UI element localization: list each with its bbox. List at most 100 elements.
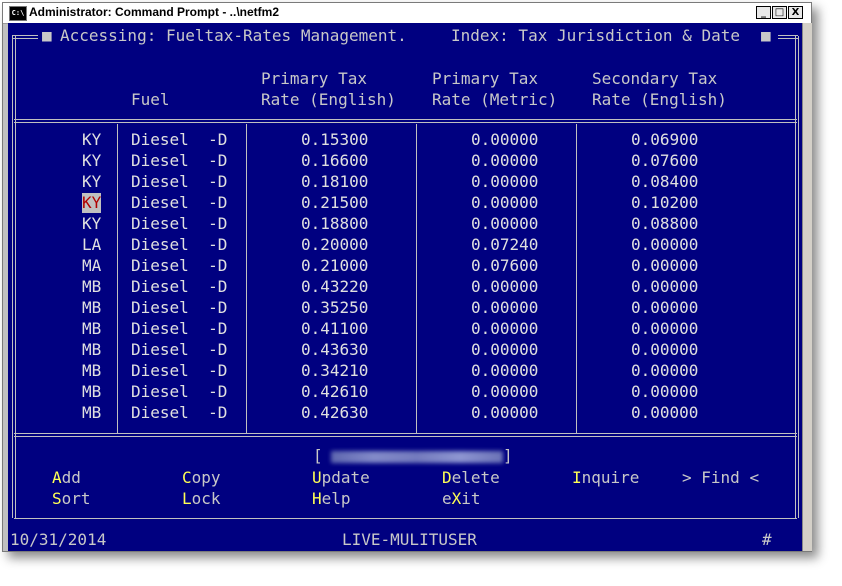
row-primary-rate-metric[interactable]: 0.00000 [471, 340, 538, 360]
column-fuel: Fuel [131, 90, 170, 109]
row-fuel[interactable]: Diesel -D [131, 235, 227, 255]
row-primary-rate-english[interactable]: 0.43630 [301, 340, 368, 360]
window-title: Administrator: Command Prompt - ..\netfm… [29, 5, 280, 19]
row-primary-rate-english[interactable]: 0.43220 [301, 277, 368, 297]
row-secondary-rate-english[interactable]: 0.00000 [631, 340, 698, 360]
status-bracket-left: [ [313, 446, 323, 465]
row-jurisdiction[interactable]: KY [82, 151, 101, 171]
menu-update[interactable]: Update [312, 468, 370, 488]
menu-find[interactable]: > Find < [682, 468, 759, 488]
row-primary-rate-english[interactable]: 0.42610 [301, 382, 368, 402]
row-jurisdiction[interactable]: MB [82, 319, 101, 339]
row-secondary-rate-english[interactable]: 0.00000 [631, 235, 698, 255]
menu-inquire[interactable]: Inquire [572, 468, 639, 488]
menu-copy[interactable]: Copy [182, 468, 221, 488]
row-primary-rate-metric[interactable]: 0.00000 [471, 193, 538, 213]
row-primary-rate-english[interactable]: 0.35250 [301, 298, 368, 318]
command-prompt-window: C:\ Administrator: Command Prompt - ..\n… [2, 2, 812, 552]
menu-help[interactable]: Help [312, 489, 351, 509]
row-fuel[interactable]: Diesel -D [131, 403, 227, 423]
row-fuel[interactable]: Diesel -D [131, 193, 227, 213]
row-fuel[interactable]: Diesel -D [131, 172, 227, 192]
row-jurisdiction[interactable]: MB [82, 403, 101, 423]
row-primary-rate-metric[interactable]: 0.00000 [471, 130, 538, 150]
menu-sort[interactable]: Sort [52, 489, 91, 509]
row-secondary-rate-english[interactable]: 0.00000 [631, 298, 698, 318]
row-primary-rate-metric[interactable]: 0.00000 [471, 172, 538, 192]
close-button[interactable]: X [788, 6, 803, 19]
row-jurisdiction[interactable]: MA [82, 256, 101, 276]
row-fuel[interactable]: Diesel -D [131, 151, 227, 171]
row-jurisdiction[interactable]: KY [82, 130, 101, 150]
minimize-button[interactable]: _ [756, 6, 771, 19]
row-primary-rate-english[interactable]: 0.18100 [301, 172, 368, 192]
row-jurisdiction[interactable]: KY [82, 214, 101, 234]
row-primary-rate-metric[interactable]: 0.00000 [471, 361, 538, 381]
row-fuel[interactable]: Diesel -D [131, 214, 227, 234]
status-bracket-right: ] [503, 446, 513, 465]
status-mode: LIVE-MULITUSER [342, 530, 477, 549]
frame-bottom-border [14, 518, 797, 519]
row-fuel[interactable]: Diesel -D [131, 298, 227, 318]
row-fuel[interactable]: Diesel -D [131, 319, 227, 339]
column-primary-metric-line2: Rate (Metric) [432, 90, 558, 109]
row-primary-rate-english[interactable]: 0.20000 [301, 235, 368, 255]
menu-exit[interactable]: eXit [442, 489, 481, 509]
row-secondary-rate-english[interactable]: 0.08800 [631, 214, 698, 234]
row-primary-rate-metric[interactable]: 0.07600 [471, 256, 538, 276]
row-fuel[interactable]: Diesel -D [131, 256, 227, 276]
row-jurisdiction[interactable]: MB [82, 340, 101, 360]
console-area[interactable]: ■ Accessing: Fueltax-Rates Management. I… [8, 23, 802, 551]
row-primary-rate-metric[interactable]: 0.00000 [471, 277, 538, 297]
row-primary-rate-metric[interactable]: 0.00000 [471, 319, 538, 339]
row-primary-rate-english[interactable]: 0.41100 [301, 319, 368, 339]
row-primary-rate-english[interactable]: 0.15300 [301, 130, 368, 150]
menu-lock[interactable]: Lock [182, 489, 221, 509]
row-jurisdiction[interactable]: MB [82, 361, 101, 381]
title-bar[interactable]: C:\ Administrator: Command Prompt - ..\n… [3, 3, 811, 24]
row-secondary-rate-english[interactable]: 0.00000 [631, 319, 698, 339]
row-secondary-rate-english[interactable]: 0.00000 [631, 361, 698, 381]
maximize-button[interactable]: □ [772, 6, 787, 19]
status-hash: # [762, 530, 772, 549]
row-primary-rate-english[interactable]: 0.18800 [301, 214, 368, 234]
row-jurisdiction[interactable]: LA [82, 235, 101, 255]
row-secondary-rate-english[interactable]: 0.08400 [631, 172, 698, 192]
row-primary-rate-metric[interactable]: 0.00000 [471, 298, 538, 318]
row-jurisdiction[interactable]: MB [82, 298, 101, 318]
row-primary-rate-metric[interactable]: 0.07240 [471, 235, 538, 255]
row-primary-rate-english[interactable]: 0.42630 [301, 403, 368, 423]
row-primary-rate-metric[interactable]: 0.00000 [471, 403, 538, 423]
row-jurisdiction[interactable]: MB [82, 382, 101, 402]
row-primary-rate-metric[interactable]: 0.00000 [471, 151, 538, 171]
frame-right-border [795, 36, 799, 518]
row-secondary-rate-english[interactable]: 0.00000 [631, 277, 698, 297]
frame-bullet-right: ■ [761, 26, 771, 45]
row-primary-rate-english[interactable]: 0.16600 [301, 151, 368, 171]
row-fuel[interactable]: Diesel -D [131, 382, 227, 402]
row-primary-rate-metric[interactable]: 0.00000 [471, 214, 538, 234]
row-primary-rate-english[interactable]: 0.21500 [301, 193, 368, 213]
vertical-scrollbar[interactable] [802, 23, 812, 551]
row-primary-rate-metric[interactable]: 0.00000 [471, 382, 538, 402]
menu-add[interactable]: Add [52, 468, 81, 488]
row-secondary-rate-english[interactable]: 0.00000 [631, 382, 698, 402]
row-jurisdiction[interactable]: MB [82, 277, 101, 297]
column-primary-metric-line1: Primary Tax [432, 69, 538, 88]
row-fuel[interactable]: Diesel -D [131, 361, 227, 381]
row-jurisdiction[interactable]: KY [82, 193, 102, 213]
row-secondary-rate-english[interactable]: 0.00000 [631, 256, 698, 276]
row-fuel[interactable]: Diesel -D [131, 277, 227, 297]
column-secondary-english-line2: Rate (English) [592, 90, 727, 109]
console-icon: C:\ [9, 6, 27, 21]
row-fuel[interactable]: Diesel -D [131, 340, 227, 360]
row-fuel[interactable]: Diesel -D [131, 130, 227, 150]
menu-delete[interactable]: Delete [442, 468, 500, 488]
row-primary-rate-english[interactable]: 0.34210 [301, 361, 368, 381]
row-secondary-rate-english[interactable]: 0.00000 [631, 403, 698, 423]
row-jurisdiction[interactable]: KY [82, 172, 101, 192]
row-secondary-rate-english[interactable]: 0.06900 [631, 130, 698, 150]
row-secondary-rate-english[interactable]: 0.10200 [631, 193, 698, 213]
row-primary-rate-english[interactable]: 0.21000 [301, 256, 368, 276]
row-secondary-rate-english[interactable]: 0.07600 [631, 151, 698, 171]
